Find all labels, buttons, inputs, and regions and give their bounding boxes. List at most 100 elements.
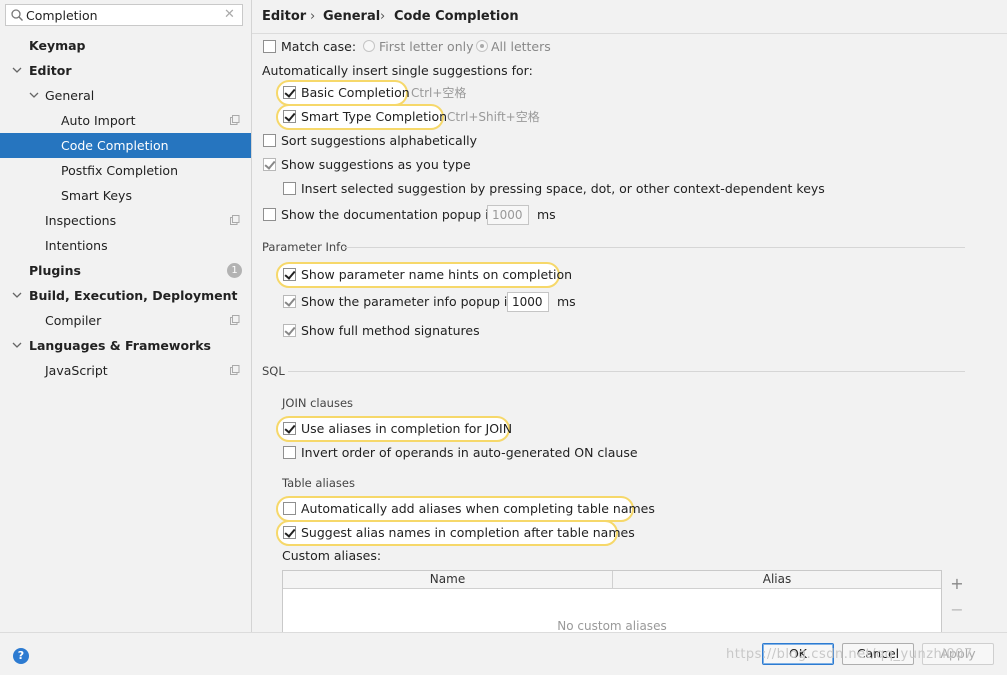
smart-completion-shortcut: Ctrl+Shift+空格 bbox=[447, 110, 540, 124]
join-clauses-title: JOIN clauses bbox=[282, 396, 354, 410]
match-case-row: Match case: First letter only All letter… bbox=[263, 37, 593, 57]
full-signatures-row: Show full method signatures bbox=[283, 321, 583, 341]
project-settings-icon bbox=[230, 115, 240, 125]
sidebar-item-build-execution-deployment[interactable]: Build, Execution, Deployment bbox=[0, 283, 251, 308]
all-letters-radio[interactable] bbox=[476, 40, 488, 52]
invert-order-checkbox[interactable] bbox=[283, 446, 296, 459]
param-info-delay-input[interactable]: 1000 bbox=[507, 292, 549, 312]
breadcrumb-editor[interactable]: Editor bbox=[262, 0, 306, 33]
insert-selected-label: Insert selected suggestion by pressing s… bbox=[301, 181, 825, 196]
show-as-you-type-row: Show suggestions as you type bbox=[263, 155, 563, 175]
sidebar-item-inspections[interactable]: Inspections bbox=[0, 208, 251, 233]
smart-completion-checkbox[interactable] bbox=[283, 110, 296, 123]
chevron-down-icon[interactable] bbox=[28, 83, 40, 108]
basic-completion-label: Basic Completion bbox=[301, 85, 410, 100]
sort-alphabetically-row: Sort suggestions alphabetically bbox=[263, 131, 563, 151]
first-letter-only-label: First letter only bbox=[379, 39, 474, 54]
breadcrumb-separator: › bbox=[310, 9, 316, 24]
insert-selected-checkbox[interactable] bbox=[283, 182, 296, 195]
doc-popup-delay-input[interactable]: 1000 bbox=[487, 205, 529, 225]
sidebar-item-compiler[interactable]: Compiler bbox=[0, 308, 251, 333]
basic-completion-shortcut: Ctrl+空格 bbox=[411, 86, 467, 100]
auto-insert-title: Automatically insert single suggestions … bbox=[262, 63, 533, 78]
breadcrumb-separator: › bbox=[380, 9, 386, 24]
plugins-update-badge: 1 bbox=[227, 263, 242, 278]
param-name-hints-checkbox[interactable] bbox=[283, 268, 296, 281]
use-aliases-checkbox[interactable] bbox=[283, 422, 296, 435]
sort-alphabetically-label: Sort suggestions alphabetically bbox=[281, 133, 478, 148]
basic-completion-checkbox[interactable] bbox=[283, 86, 296, 99]
breadcrumb: Editor › General › Code Completion bbox=[252, 0, 1007, 34]
sql-section-title: SQL bbox=[262, 364, 285, 378]
doc-popup-checkbox[interactable] bbox=[263, 208, 276, 221]
use-aliases-row: Use aliases in completion for JOIN bbox=[283, 419, 512, 439]
empty-table-message: No custom aliases bbox=[557, 619, 667, 632]
doc-popup-row: Show the documentation popup in 1000 ms bbox=[263, 205, 593, 225]
add-alias-button[interactable]: + bbox=[947, 574, 967, 594]
suggest-alias-label: Suggest alias names in completion after … bbox=[301, 525, 635, 540]
settings-search-box[interactable]: ✕ bbox=[5, 4, 243, 26]
settings-search-input[interactable] bbox=[26, 7, 222, 23]
basic-completion-row: Basic Completion Ctrl+空格 bbox=[283, 83, 543, 103]
ms-label: ms bbox=[557, 294, 576, 309]
sidebar-item-label: JavaScript bbox=[45, 363, 108, 378]
sidebar-item-label: Keymap bbox=[29, 38, 86, 53]
param-name-hints-row: Show parameter name hints on completion bbox=[283, 265, 572, 285]
remove-alias-button[interactable]: − bbox=[947, 600, 967, 620]
sidebar-item-plugins[interactable]: Plugins 1 bbox=[0, 258, 251, 283]
custom-aliases-table[interactable]: Name Alias No custom aliases bbox=[282, 570, 942, 632]
help-icon[interactable]: ? bbox=[13, 648, 29, 664]
sidebar-item-label: Postfix Completion bbox=[61, 163, 178, 178]
sidebar-item-label: General bbox=[45, 88, 95, 103]
sidebar-item-label: Auto Import bbox=[61, 113, 136, 128]
all-letters-label: All letters bbox=[491, 39, 551, 54]
column-header-name[interactable]: Name bbox=[283, 571, 613, 588]
breadcrumb-general[interactable]: General bbox=[323, 0, 380, 33]
sidebar-item-code-completion[interactable]: Code Completion bbox=[0, 133, 251, 158]
match-case-label: Match case: bbox=[281, 39, 357, 54]
first-letter-only-radio[interactable] bbox=[363, 40, 375, 52]
sidebar-item-label: Code Completion bbox=[61, 138, 169, 153]
sidebar-item-label: Build, Execution, Deployment bbox=[29, 288, 238, 303]
search-icon bbox=[11, 9, 23, 21]
breadcrumb-code-completion: Code Completion bbox=[394, 9, 519, 24]
param-info-popup-label: Show the parameter info popup in bbox=[301, 294, 516, 309]
sidebar-item-javascript[interactable]: JavaScript bbox=[0, 358, 251, 383]
param-info-popup-checkbox[interactable] bbox=[283, 295, 296, 308]
sidebar-item-label: Plugins bbox=[29, 263, 81, 278]
smart-completion-label: Smart Type Completion bbox=[301, 109, 448, 124]
project-settings-icon bbox=[230, 215, 240, 225]
sidebar-item-label: Editor bbox=[29, 63, 72, 78]
chevron-down-icon[interactable] bbox=[11, 58, 23, 83]
dialog-footer: ? OK Cancel Apply https://blog.csdn.net/… bbox=[0, 632, 1007, 675]
sidebar-item-editor[interactable]: Editor bbox=[0, 58, 251, 83]
watermark-text: https://blog.csdn.net/qq_yunzhi007 bbox=[726, 647, 973, 662]
sidebar-item-auto-import[interactable]: Auto Import bbox=[0, 108, 251, 133]
match-case-checkbox[interactable] bbox=[263, 40, 276, 53]
suggest-alias-checkbox[interactable] bbox=[283, 526, 296, 539]
full-signatures-checkbox[interactable] bbox=[283, 324, 296, 337]
chevron-down-icon[interactable] bbox=[11, 283, 23, 308]
show-as-you-type-checkbox[interactable] bbox=[263, 158, 276, 171]
settings-sidebar: ✕ Keymap Editor General Auto Import Code… bbox=[0, 0, 252, 632]
table-header: Name Alias bbox=[283, 571, 941, 589]
sidebar-item-smart-keys[interactable]: Smart Keys bbox=[0, 183, 251, 208]
sidebar-item-languages-frameworks[interactable]: Languages & Frameworks bbox=[0, 333, 251, 358]
chevron-down-icon[interactable] bbox=[11, 333, 23, 358]
project-settings-icon bbox=[230, 315, 240, 325]
sidebar-item-postfix-completion[interactable]: Postfix Completion bbox=[0, 158, 251, 183]
column-header-alias[interactable]: Alias bbox=[613, 571, 941, 588]
content-scrollbar[interactable] bbox=[995, 34, 1007, 632]
param-info-popup-row: Show the parameter info popup in 1000 ms bbox=[283, 292, 583, 312]
section-divider bbox=[288, 371, 965, 372]
sidebar-item-keymap[interactable]: Keymap bbox=[0, 33, 251, 58]
code-completion-settings-panel: Match case: First letter only All letter… bbox=[252, 34, 995, 632]
sidebar-item-label: Smart Keys bbox=[61, 188, 132, 203]
sort-alphabetically-checkbox[interactable] bbox=[263, 134, 276, 147]
insert-selected-row: Insert selected suggestion by pressing s… bbox=[283, 179, 843, 199]
sidebar-item-general[interactable]: General bbox=[0, 83, 251, 108]
sidebar-item-intentions[interactable]: Intentions bbox=[0, 233, 251, 258]
auto-add-aliases-checkbox[interactable] bbox=[283, 502, 296, 515]
parameter-info-section-title: Parameter Info bbox=[262, 240, 348, 254]
clear-search-icon[interactable]: ✕ bbox=[224, 8, 236, 22]
